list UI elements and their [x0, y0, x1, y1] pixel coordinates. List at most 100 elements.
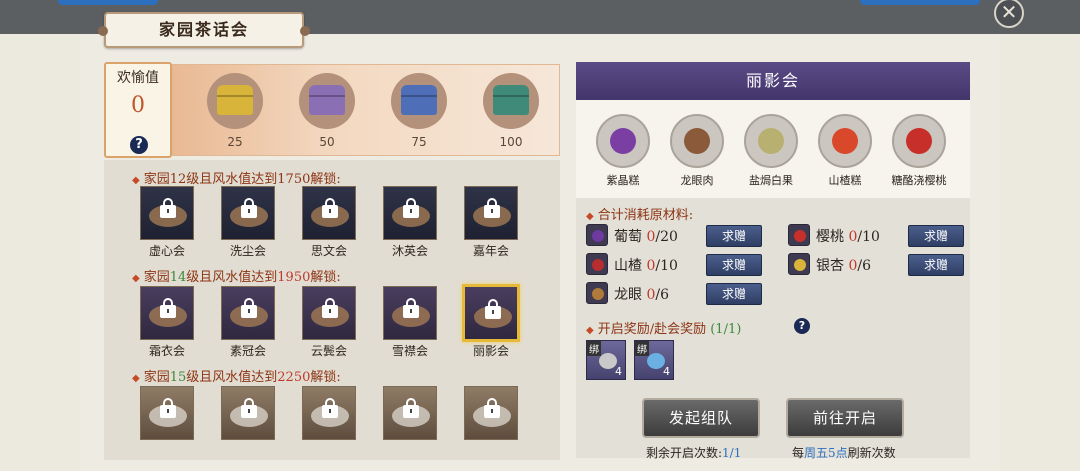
- section-title: ◆ 家园15级且风水值达到2250解锁:: [132, 370, 341, 385]
- party-slot[interactable]: [302, 286, 356, 340]
- tea-party-list[interactable]: ◆ 家园12级且风水值达到1750解锁: 虚心会 洗尘会 思文会 沐英会 嘉年会 …: [104, 160, 560, 460]
- lock-icon: [484, 398, 500, 418]
- top-tab-indicator: [58, 0, 158, 5]
- party-slot[interactable]: [221, 386, 275, 440]
- lock-icon: [241, 298, 257, 318]
- dish-name: 盐焗白果: [749, 174, 793, 187]
- party-slot[interactable]: [221, 186, 275, 240]
- lock-icon: [322, 398, 338, 418]
- ginkgo-icon: [788, 253, 810, 275]
- lock-icon: [403, 198, 419, 218]
- party-name: 虚心会: [148, 244, 185, 258]
- dish-name: 山楂糕: [828, 174, 862, 187]
- refresh-note: 每周五5点刷新次数: [792, 446, 896, 460]
- party-slot[interactable]: [383, 186, 437, 240]
- chest-green: [493, 85, 529, 115]
- ask-gift-button[interactable]: 求赠: [908, 225, 964, 247]
- party-slot[interactable]: [302, 186, 356, 240]
- chest-icon[interactable]: [299, 73, 355, 129]
- reward-item[interactable]: 绑 4: [586, 340, 626, 380]
- party-slot[interactable]: [140, 186, 194, 240]
- party-name: 云鬓会: [310, 344, 347, 358]
- chest-icon[interactable]: [391, 73, 447, 129]
- party-name: 沐英会: [391, 244, 428, 258]
- hawthorn-icon: [586, 253, 608, 275]
- lock-icon: [241, 398, 257, 418]
- party-slot[interactable]: [302, 386, 356, 440]
- dish-icon[interactable]: [818, 114, 872, 168]
- dish-name: 紫晶糕: [606, 174, 640, 187]
- party-name: 洗尘会: [229, 244, 266, 258]
- right-scroll-decoration: [1000, 34, 1080, 471]
- window-title: 家园茶话会: [98, 12, 310, 48]
- party-slot[interactable]: [464, 186, 518, 240]
- lock-icon: [160, 398, 176, 418]
- grape-icon: [586, 224, 608, 246]
- lock-icon: [403, 398, 419, 418]
- chest-blue: [401, 85, 437, 115]
- party-name: 丽影会: [472, 344, 509, 358]
- party-slot[interactable]: [221, 286, 275, 340]
- window-title-text: 家园茶话会: [158, 20, 249, 39]
- dish-name: 糖酪浇樱桃: [891, 174, 947, 187]
- chest-gold: [217, 85, 253, 115]
- party-detail-panel: 丽影会 紫晶糕 龙眼肉 盐焗白果 山楂糕 糖酪浇樱桃 ◆ 合计消耗原材料: 葡萄 …: [576, 62, 970, 460]
- go-open-button[interactable]: 前往开启: [786, 398, 904, 438]
- dish-list: 紫晶糕 龙眼肉 盐焗白果 山楂糕 糖酪浇樱桃: [576, 100, 970, 198]
- party-name: 思文会: [310, 244, 347, 258]
- cherry-icon: [788, 224, 810, 246]
- diamond-icon: ◆: [586, 211, 594, 222]
- lock-icon: [241, 198, 257, 218]
- party-name: 霜衣会: [148, 344, 185, 358]
- party-slot[interactable]: [140, 386, 194, 440]
- chest-threshold: 75: [411, 135, 427, 149]
- dish-icon[interactable]: [596, 114, 650, 168]
- joy-label: 欢愉值: [117, 70, 159, 86]
- party-slot-selected[interactable]: [462, 284, 520, 342]
- lock-icon: [160, 298, 176, 318]
- left-scroll-decoration: [0, 34, 80, 471]
- chest-threshold: 100: [499, 135, 523, 149]
- section-title: ◆ 家园12级且风水值达到1750解锁:: [132, 172, 341, 187]
- chest-icon[interactable]: [483, 73, 539, 129]
- close-x-icon: ✕: [1000, 0, 1018, 24]
- diamond-icon: ◆: [132, 273, 140, 284]
- dish-name: 龙眼肉: [680, 174, 714, 187]
- joy-value-box: 欢愉值 0 ?: [104, 62, 172, 158]
- top-tab-indicator: [860, 0, 980, 5]
- ask-gift-button[interactable]: 求赠: [706, 254, 762, 276]
- lock-icon: [485, 299, 501, 319]
- start-team-button[interactable]: 发起组队: [642, 398, 760, 438]
- diamond-icon: ◆: [132, 175, 140, 186]
- reward-item[interactable]: 绑 4: [634, 340, 674, 380]
- party-slot[interactable]: [383, 286, 437, 340]
- party-name: 素冠会: [229, 344, 266, 358]
- lock-icon: [484, 198, 500, 218]
- lock-icon: [322, 298, 338, 318]
- chest-purple: [309, 85, 345, 115]
- party-detail-title: 丽影会: [576, 62, 970, 100]
- party-slot[interactable]: [383, 386, 437, 440]
- dish-icon[interactable]: [744, 114, 798, 168]
- help-icon[interactable]: ?: [794, 318, 810, 334]
- chest-threshold: 25: [227, 135, 243, 149]
- ask-gift-button[interactable]: 求赠: [908, 254, 964, 276]
- diamond-icon: ◆: [132, 373, 140, 384]
- chest-threshold: 50: [319, 135, 335, 149]
- remaining-count: 剩余开启次数:1/1: [646, 446, 742, 460]
- help-icon[interactable]: ?: [130, 136, 148, 154]
- lock-icon: [160, 198, 176, 218]
- diamond-icon: ◆: [586, 325, 594, 336]
- materials-title: ◆ 合计消耗原材料:: [586, 208, 694, 223]
- ask-gift-button[interactable]: 求赠: [706, 283, 762, 305]
- lock-icon: [322, 198, 338, 218]
- dish-icon[interactable]: [892, 114, 946, 168]
- reward-progress-strip: 25 50 75 100: [172, 64, 560, 156]
- dish-icon[interactable]: [670, 114, 724, 168]
- party-slot[interactable]: [464, 386, 518, 440]
- party-name: 雪襟会: [391, 344, 428, 358]
- party-slot[interactable]: [140, 286, 194, 340]
- chest-icon[interactable]: [207, 73, 263, 129]
- ask-gift-button[interactable]: 求赠: [706, 225, 762, 247]
- section-title: ◆ 家园14级且风水值达到1950解锁:: [132, 270, 341, 285]
